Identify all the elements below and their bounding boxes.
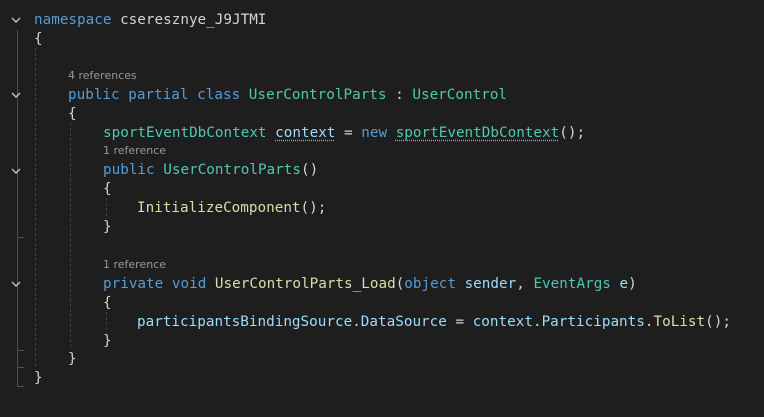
outline-tick [17,237,24,238]
param-type-eventargs: EventArgs [533,276,611,292]
code-line-load-close: } [0,331,764,351]
class-references-link[interactable]: 4 references [68,69,137,82]
code-line-namespace: namespace cseresznye_J9JTMI [0,10,764,30]
param-e: e [619,276,629,292]
namespace-name: cseresznye_J9JTMI [120,12,267,28]
param-sender: sender [464,276,517,292]
keyword-private: private [103,276,164,292]
brace-open: { [68,106,77,122]
constructor-parens: () [301,162,319,178]
code-line-class-close: } [0,349,764,369]
field-name: context [275,125,336,141]
code-line-constructor-open: { [0,179,764,199]
call-end: (); [705,314,731,330]
brace-close: } [68,351,77,367]
codelens-class: 4 references [0,68,764,84]
keyword-partial: partial [128,87,189,103]
keyword-namespace: namespace [34,12,112,28]
brace-close: } [103,333,112,349]
brace-open: { [103,181,112,197]
keyword-public: public [68,87,120,103]
member-dot: . [352,314,361,330]
field-end: (); [559,125,586,141]
code-line-datasource-assignment: participantsBindingSource.DataSource = c… [0,312,764,332]
constructor-type: sportEventDbContext [395,125,560,141]
keyword-public: public [103,162,155,178]
base-class-name: UserControl [412,87,508,103]
method-call: InitializeComponent [137,200,301,216]
property-participants: Participants [541,314,645,330]
paren-close: ) [628,276,637,292]
field-type: sportEventDbContext [103,125,267,141]
assign-operator: = [446,314,473,330]
code-line-load-declaration: private void UserControlParts_Load(objec… [0,274,764,294]
codelens-load-method: 1 reference [0,257,764,273]
brace-open: { [34,31,43,47]
brace-open: { [103,295,112,311]
context-variable: context [472,314,533,330]
code-line-class-open: { [0,104,764,124]
code-line-constructor-close: } [0,217,764,237]
class-name: UserControlParts [248,87,387,103]
method-tolist: ToList [653,314,706,330]
keyword-void: void [171,276,207,292]
keyword-new: new [361,125,388,141]
code-line-field: sportEventDbContext context = new sportE… [0,123,764,143]
call-end: (); [300,200,327,216]
codelens-constructor: 1 reference [0,143,764,159]
code-line-load-open: { [0,293,764,313]
code-line-constructor-declaration: public UserControlParts() [0,160,764,180]
code-line-initialize-component: InitializeComponent(); [0,198,764,218]
code-line-namespace-open: { [0,29,764,49]
code-line-class-declaration: public partial class UserControlParts : … [0,85,764,105]
brace-close: } [103,219,112,235]
keyword-object: object [404,276,456,292]
load-method-references-link[interactable]: 1 reference [103,258,166,271]
method-name: UserControlParts_Load [214,276,396,292]
code-editor[interactable]: namespace cseresznye_J9JTMI { 4 referenc… [0,0,764,417]
param-comma: , [516,276,534,292]
property-datasource: DataSource [360,314,447,330]
member-dot: . [532,314,542,330]
brace-close: } [34,370,43,386]
inherit-colon: : [386,87,413,103]
keyword-class: class [197,87,241,103]
code-line-namespace-close: } [0,368,764,388]
constructor-references-link[interactable]: 1 reference [103,144,166,157]
constructor-name: UserControlParts [163,162,301,178]
paren-open: ( [395,276,405,292]
binding-source-name: participantsBindingSource [137,314,353,330]
assign-operator: = [335,125,362,141]
